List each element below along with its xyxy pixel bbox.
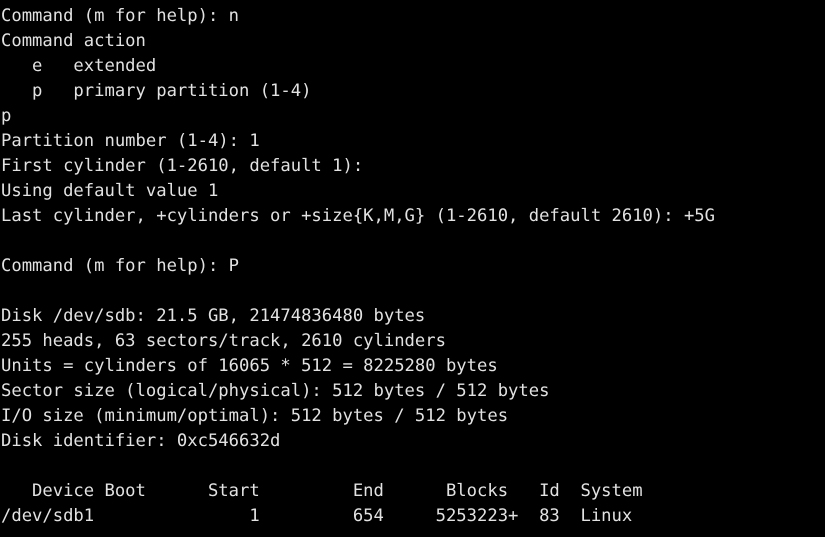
terminal-line: Units = cylinders of 16065 * 512 = 82252… (1, 356, 498, 376)
terminal-line: p (1, 106, 12, 126)
terminal-line: Command (m for help): P (1, 256, 239, 276)
terminal-line: Disk identifier: 0xc546632d (1, 431, 281, 451)
terminal-line: Sector size (logical/physical): 512 byte… (1, 381, 550, 401)
terminal-line: Command action (1, 31, 146, 51)
terminal-line: e extended (1, 56, 157, 76)
terminal-line: Using default value 1 (1, 181, 219, 201)
terminal-line: First cylinder (1-2610, default 1): (1, 156, 374, 176)
terminal-line: Command (m for help): n (1, 6, 239, 26)
terminal-line: /dev/sdb1 1 654 5253223+ 83 Linux (1, 506, 633, 526)
terminal-line: 255 heads, 63 sectors/track, 2610 cylind… (1, 331, 446, 351)
terminal-line: Partition number (1-4): 1 (1, 131, 260, 151)
terminal-line: Disk /dev/sdb: 21.5 GB, 21474836480 byte… (1, 306, 426, 326)
terminal-line: Last cylinder, +cylinders or +size{K,M,G… (1, 206, 715, 226)
terminal-line: I/O size (minimum/optimal): 512 bytes / … (1, 406, 509, 426)
terminal-screen[interactable]: Command (m for help): n Command action e … (1, 4, 825, 529)
terminal-line: p primary partition (1-4) (1, 81, 312, 101)
terminal-line: Device Boot Start End Blocks Id System (1, 481, 643, 501)
terminal-window[interactable]: Command (m for help): n Command action e … (0, 0, 825, 537)
